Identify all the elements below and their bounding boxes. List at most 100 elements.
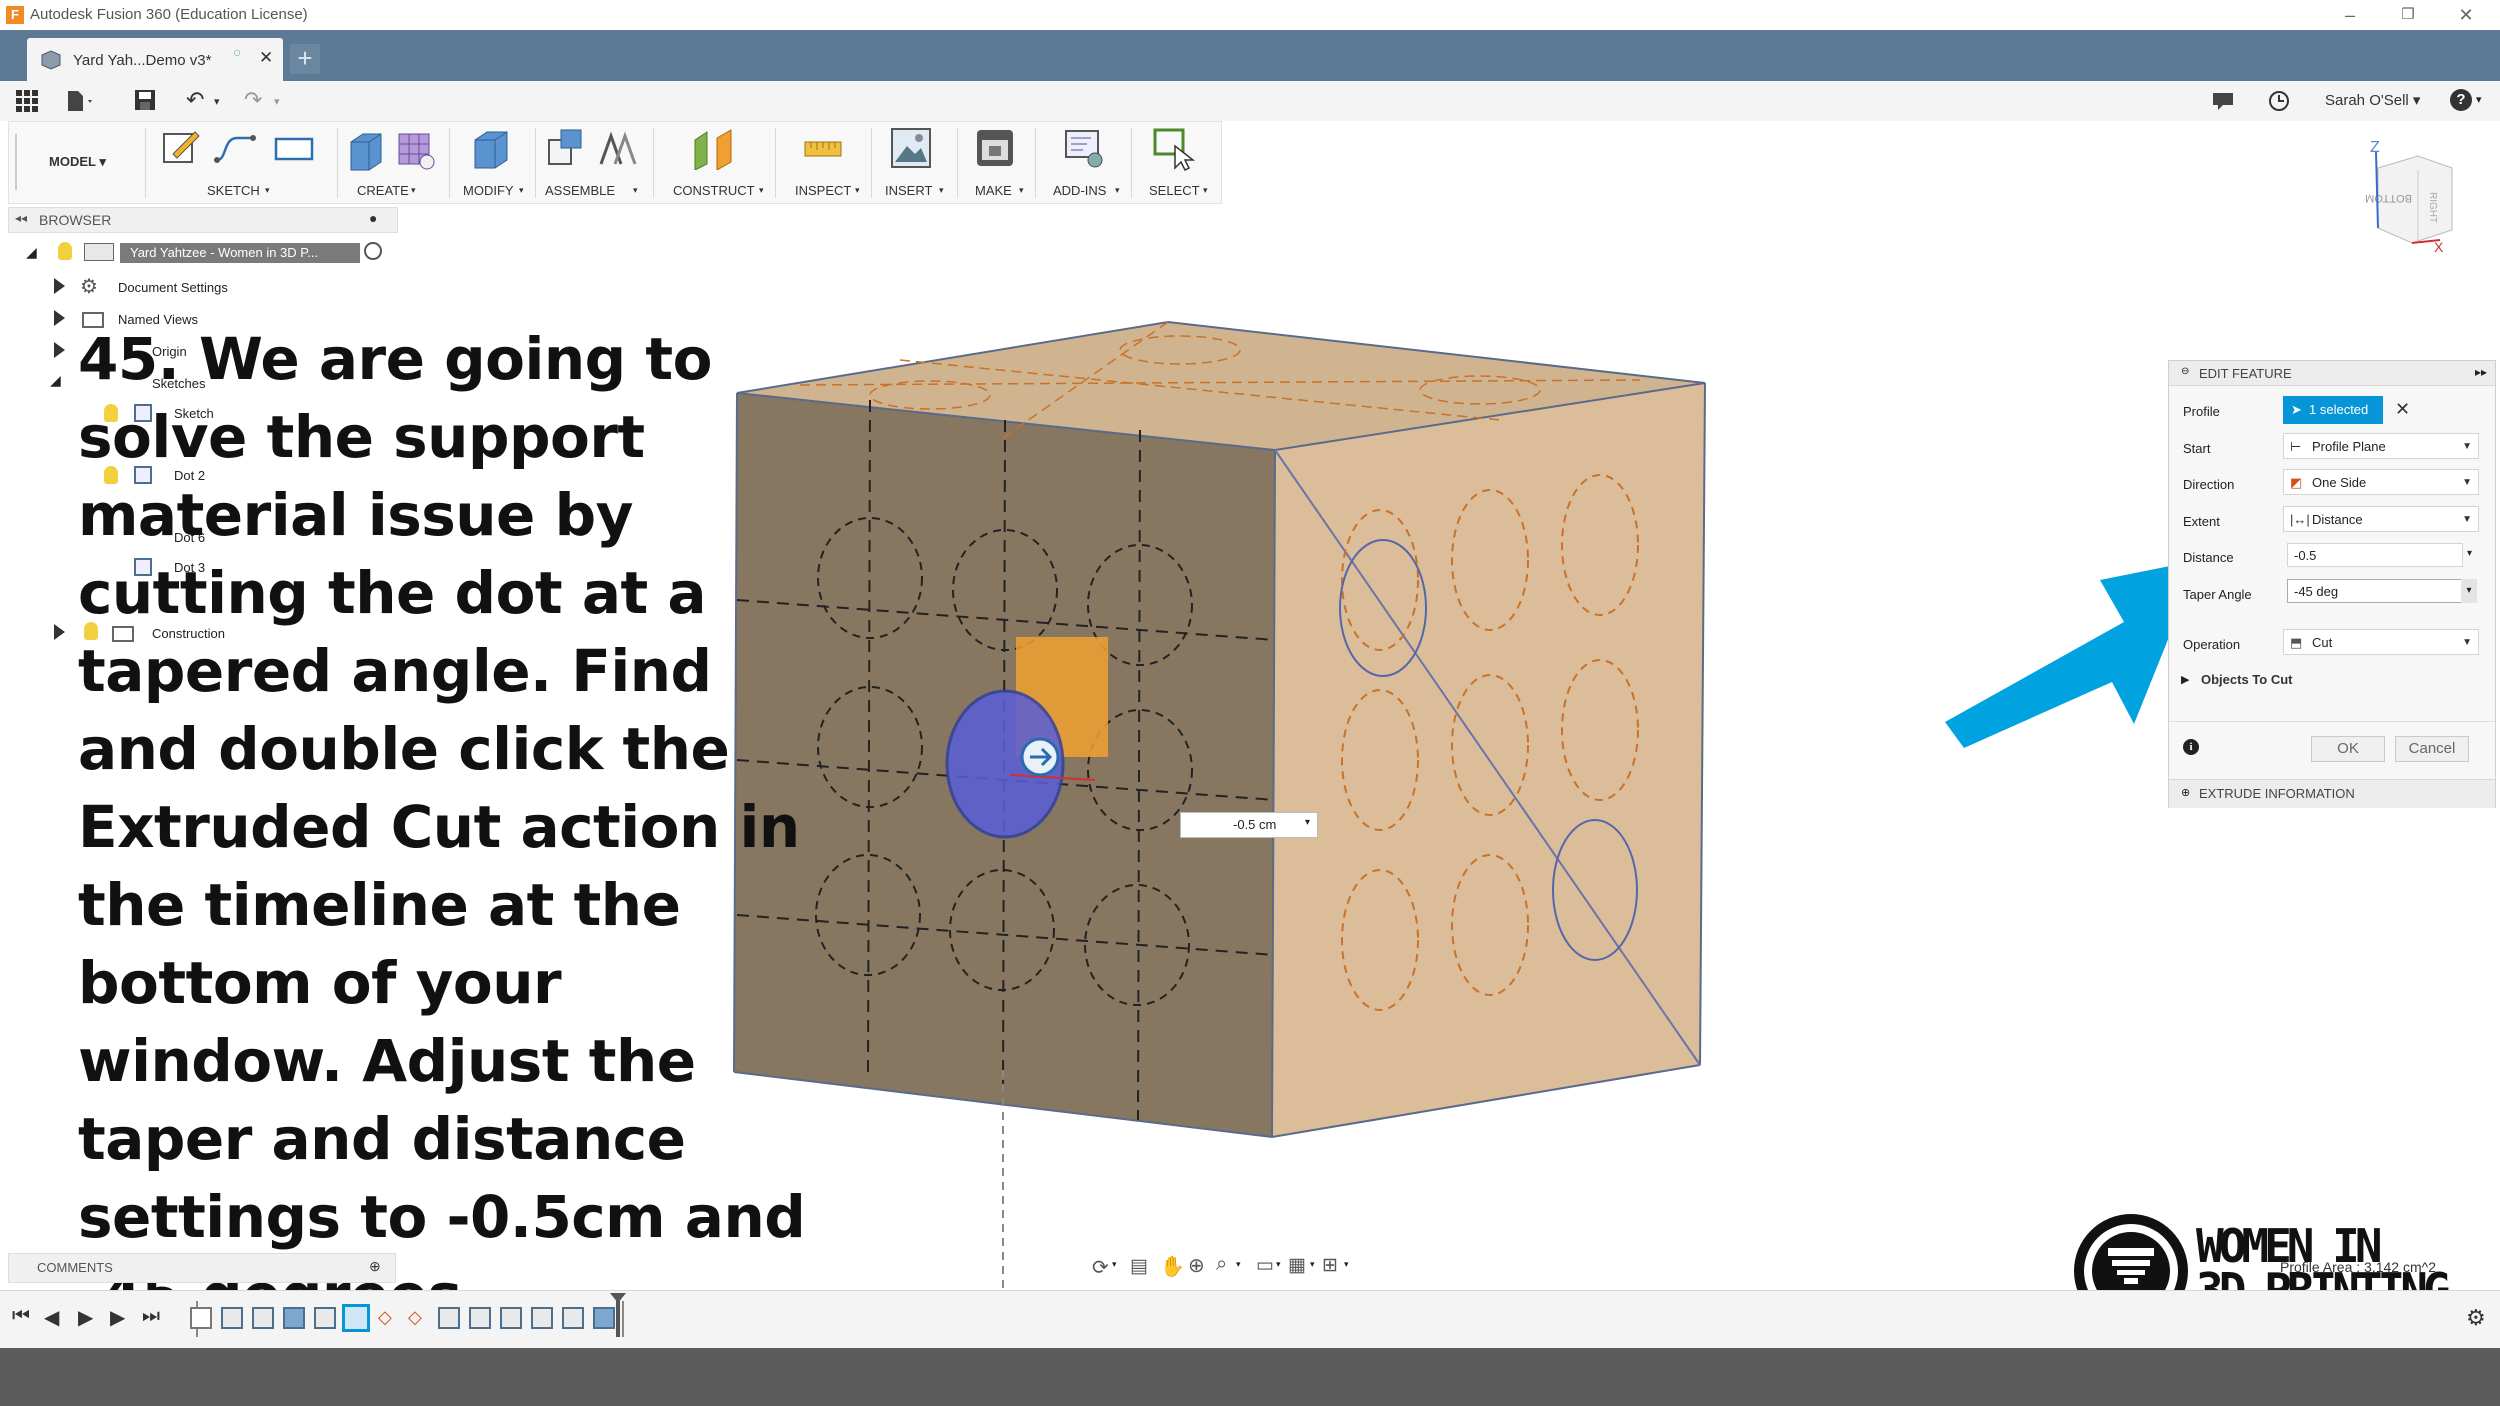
start-dropdown-icon: ▼ bbox=[2462, 441, 2472, 452]
activate-component-icon[interactable] bbox=[364, 242, 382, 260]
expand-sketches-icon[interactable]: ◢ bbox=[50, 372, 61, 389]
edit-feature-panel: ⊖ EDIT FEATURE ▸▸ Profile ➤ 1 selected ✕… bbox=[2168, 360, 2496, 808]
display-dropdown-icon[interactable]: ▾ bbox=[1276, 1259, 1281, 1270]
edit-feature-header[interactable]: ⊖ EDIT FEATURE ▸▸ bbox=[2169, 361, 2495, 386]
direction-dropdown-icon: ▼ bbox=[2462, 477, 2472, 488]
comments-panel[interactable]: COMMENTS ⊕ bbox=[8, 1253, 396, 1283]
timeline-sketch-icon[interactable] bbox=[438, 1307, 460, 1329]
start-select[interactable]: ⊢ Profile Plane ▼ bbox=[2283, 433, 2479, 459]
clear-selection-icon[interactable]: ✕ bbox=[2395, 399, 2410, 420]
start-value: Profile Plane bbox=[2312, 439, 2386, 454]
browser-panel-header[interactable]: ◂◂ BROWSER ● bbox=[8, 207, 398, 233]
browser-pin-icon[interactable]: ● bbox=[369, 210, 377, 226]
viewports-icon[interactable]: ⊞ bbox=[1322, 1254, 1338, 1277]
timeline-step-forward-icon[interactable]: ▶ bbox=[110, 1305, 125, 1330]
timeline-chamfer-icon[interactable]: ◇ bbox=[408, 1307, 422, 1328]
comments-label: COMMENTS bbox=[37, 1260, 113, 1275]
distance-manipulator-dropdown-icon[interactable]: ▾ bbox=[1305, 817, 1310, 828]
extent-label: Extent bbox=[2183, 514, 2220, 529]
document-icon bbox=[84, 243, 114, 261]
grid-dropdown-icon[interactable]: ▾ bbox=[1310, 1259, 1315, 1270]
axis-x-label: X bbox=[2434, 239, 2444, 255]
timeline-sketch-icon[interactable] bbox=[252, 1307, 274, 1329]
timeline-component-icon[interactable] bbox=[190, 1307, 212, 1329]
grid-settings-icon[interactable]: ▦ bbox=[1288, 1254, 1306, 1277]
timeline-sketch-icon[interactable] bbox=[221, 1307, 243, 1329]
viewcube-bottom-label: BOTTOM bbox=[2365, 192, 2412, 204]
expand-construction-icon[interactable] bbox=[54, 624, 65, 640]
expand-document-settings-icon[interactable] bbox=[54, 278, 65, 294]
operation-select[interactable]: ⬒ Cut ▼ bbox=[2283, 629, 2479, 655]
timeline-sketch-icon[interactable] bbox=[500, 1307, 522, 1329]
objects-to-cut-section[interactable]: Objects To Cut bbox=[2201, 672, 2292, 687]
pan-hand-icon[interactable]: ✋ bbox=[1160, 1254, 1185, 1279]
tutorial-instruction-text: 45. We are going to solve the support ma… bbox=[78, 325, 806, 1329]
add-comment-icon[interactable]: ⊕ bbox=[369, 1258, 381, 1275]
expand-origin-icon[interactable] bbox=[54, 342, 65, 358]
timeline-extrude-icon[interactable] bbox=[593, 1307, 615, 1329]
navigation-bar: ⟳ ▾ ▤ ✋ ⊕ ⌕ ▾ ▭ ▾ ▦ ▾ ⊞ ▾ bbox=[1088, 1253, 1413, 1283]
fit-zoom-icon[interactable]: ⌕ bbox=[1216, 1253, 1227, 1276]
viewcube-right-label: RIGHT bbox=[2427, 192, 2438, 223]
timeline-go-to-end-icon[interactable]: ⏭ bbox=[142, 1305, 160, 1328]
timeline-bar: ⏮ ◀ ▶ ▶ ⏭ ◇ ◇ ⚙ bbox=[0, 1290, 2500, 1349]
expand-panel-icon[interactable]: ▸▸ bbox=[2475, 365, 2487, 379]
display-settings-icon[interactable]: ▭ bbox=[1256, 1254, 1274, 1277]
direction-label: Direction bbox=[2183, 477, 2235, 492]
operation-label: Operation bbox=[2183, 637, 2241, 652]
look-at-icon[interactable]: ▤ bbox=[1130, 1255, 1148, 1278]
timeline-marker-handle-icon[interactable] bbox=[610, 1293, 626, 1303]
zoom-icon[interactable]: ⊕ bbox=[1188, 1253, 1205, 1278]
distance-dropdown-icon[interactable]: ▾ bbox=[2467, 548, 2472, 559]
collapse-browser-icon[interactable]: ◂◂ bbox=[15, 211, 27, 225]
cancel-button[interactable]: Cancel bbox=[2395, 736, 2469, 762]
info-icon[interactable]: i bbox=[2183, 739, 2199, 755]
zoom-dropdown-icon[interactable]: ▾ bbox=[1236, 1259, 1241, 1270]
cursor-arrow-icon: ➤ bbox=[2291, 402, 2302, 417]
browser-item-document-settings[interactable]: Document Settings bbox=[118, 280, 228, 295]
distance-extent-icon: |↔| bbox=[2290, 512, 2310, 527]
expand-info-icon: ⊕ bbox=[2181, 787, 2191, 799]
taper-angle-input[interactable]: -45 deg bbox=[2287, 579, 2463, 603]
expand-objects-to-cut-icon[interactable]: ▶ bbox=[2181, 673, 2189, 686]
viewcube-z-axis bbox=[2375, 151, 2379, 229]
timeline-sketch-icon[interactable] bbox=[314, 1307, 336, 1329]
expand-root-icon[interactable]: ◢ bbox=[26, 244, 37, 261]
distance-input[interactable]: -0.5 bbox=[2287, 543, 2463, 567]
timeline-sketch-icon[interactable] bbox=[469, 1307, 491, 1329]
timeline-step-back-icon[interactable]: ◀ bbox=[44, 1305, 59, 1330]
timeline-marker[interactable] bbox=[616, 1297, 620, 1337]
ok-button[interactable]: OK bbox=[2311, 736, 2385, 762]
timeline-go-to-start-icon[interactable]: ⏮ bbox=[12, 1305, 30, 1328]
timeline-settings-gear-icon[interactable]: ⚙ bbox=[2466, 1305, 2486, 1331]
profile-selection-value: 1 selected bbox=[2309, 402, 2369, 417]
distance-label: Distance bbox=[2183, 550, 2234, 565]
browser-root-item[interactable]: Yard Yahtzee - Women in 3D P... bbox=[120, 243, 360, 263]
distance-manipulator-arrow[interactable] bbox=[1020, 737, 1060, 777]
extent-value: Distance bbox=[2312, 512, 2363, 527]
collapse-panel-icon[interactable]: ⊖ bbox=[2181, 366, 2189, 377]
orbit-dropdown-icon[interactable]: ▾ bbox=[1112, 1259, 1117, 1270]
extent-select[interactable]: |↔| Distance ▼ bbox=[2283, 506, 2479, 532]
distance-manipulator-input[interactable]: -0.5 cm ▾ bbox=[1180, 812, 1318, 838]
timeline-extruded-cut-selected[interactable] bbox=[342, 1304, 370, 1332]
cut-operation-icon: ⬒ bbox=[2290, 635, 2303, 650]
direction-value: One Side bbox=[2312, 475, 2367, 490]
orbit-icon[interactable]: ⟳ bbox=[1092, 1255, 1109, 1280]
viewports-dropdown-icon[interactable]: ▾ bbox=[1344, 1259, 1349, 1270]
lightbulb-icon[interactable] bbox=[58, 242, 72, 260]
timeline-play-icon[interactable]: ▶ bbox=[78, 1305, 93, 1330]
timeline-fillet-icon[interactable]: ◇ bbox=[378, 1307, 392, 1328]
taper-angle-dropdown-icon[interactable]: ▾ bbox=[2461, 579, 2477, 603]
timeline-extrude-icon[interactable] bbox=[283, 1307, 305, 1329]
expand-named-views-icon[interactable] bbox=[54, 310, 65, 326]
browser-title: BROWSER bbox=[39, 212, 112, 228]
profile-selection-button[interactable]: ➤ 1 selected bbox=[2283, 396, 2383, 424]
direction-select[interactable]: ◩ One Side ▼ bbox=[2283, 469, 2479, 495]
operation-value: Cut bbox=[2312, 635, 2333, 650]
edit-feature-title: EDIT FEATURE bbox=[2199, 366, 2292, 381]
extrude-information-section[interactable]: ⊕ EXTRUDE INFORMATION bbox=[2169, 779, 2495, 808]
callout-arrow bbox=[1945, 560, 2200, 748]
timeline-sketch-icon[interactable] bbox=[531, 1307, 553, 1329]
timeline-sketch-icon[interactable] bbox=[562, 1307, 584, 1329]
